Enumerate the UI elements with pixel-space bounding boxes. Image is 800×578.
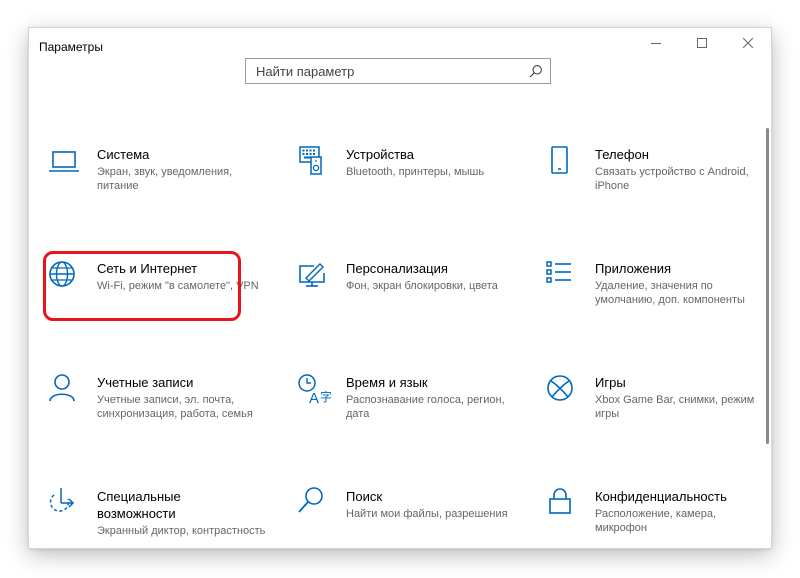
search-icon [294, 487, 332, 525]
person-icon [45, 373, 83, 411]
laptop-icon [45, 145, 83, 183]
tile-title: Игры [595, 375, 626, 390]
devices-icon [294, 145, 332, 183]
tile-description: Xbox Game Bar, снимки, режим игры [595, 394, 755, 420]
tile-accessibility[interactable]: Специальные возможности Экранный диктор,… [45, 487, 270, 548]
tile-description: Расположение, камера, микрофон [595, 508, 717, 534]
minimize-icon [651, 43, 661, 44]
time-language-icon: A字 [294, 373, 332, 411]
tile-title: Конфиденциальность [595, 489, 727, 504]
tile-gaming[interactable]: Игры Xbox Game Bar, снимки, режим игры [543, 373, 768, 463]
close-icon [743, 38, 753, 48]
tile-description: Учетные записи, эл. почта, синхронизация… [97, 394, 253, 420]
tile-accounts[interactable]: Учетные записи Учетные записи, эл. почта… [45, 373, 270, 463]
tile-apps[interactable]: Приложения Удаление, значения по умолчан… [543, 259, 768, 349]
close-button[interactable] [725, 28, 771, 58]
tile-network-internet[interactable]: Сеть и Интернет Wi-Fi, режим "в самолете… [45, 259, 270, 349]
tile-description: Связать устройство с Android, iPhone [595, 166, 749, 192]
tile-title: Поиск [346, 489, 383, 504]
tile-description: Bluetooth, принтеры, мышь [346, 166, 485, 178]
tile-description: Распознавание голоса, регион, дата [346, 394, 505, 420]
accessibility-icon [45, 487, 83, 525]
tile-devices[interactable]: Устройства Bluetooth, принтеры, мышь [294, 145, 519, 235]
tile-title: Специальные возможности [97, 489, 181, 521]
tile-title: Время и язык [346, 375, 428, 390]
globe-icon [45, 259, 83, 297]
tile-search[interactable]: Поиск Найти мои файлы, разрешения [294, 487, 519, 548]
tile-title: Телефон [595, 147, 649, 162]
tile-phone[interactable]: Телефон Связать устройство с Android, iP… [543, 145, 768, 235]
maximize-icon [697, 38, 707, 48]
search-box[interactable] [245, 58, 551, 84]
search-input[interactable] [246, 59, 526, 83]
tile-description: Экранный диктор, контрастность [97, 525, 266, 537]
tile-description: Фон, экран блокировки, цвета [346, 280, 498, 292]
tile-description: Найти мои файлы, разрешения [346, 508, 508, 520]
tile-title: Учетные записи [97, 375, 194, 390]
apps-list-icon [543, 259, 581, 297]
tile-personalization[interactable]: Персонализация Фон, экран блокировки, цв… [294, 259, 519, 349]
window-title: Параметры [39, 40, 103, 54]
svg-text:字: 字 [320, 389, 332, 404]
tile-time-language[interactable]: A字 Время и язык Распознавание голоса, ре… [294, 373, 519, 463]
minimize-button[interactable] [633, 28, 679, 58]
tile-title: Приложения [595, 261, 672, 276]
tile-privacy[interactable]: Конфиденциальность Расположение, камера,… [543, 487, 768, 548]
xbox-icon [543, 373, 581, 411]
tile-title: Персонализация [346, 261, 448, 276]
tile-description: Удаление, значения по умолчанию, доп. ко… [595, 280, 745, 306]
phone-icon [543, 145, 581, 183]
settings-window: Параметры Система Экран, звук, уведомлен… [29, 28, 771, 548]
personalization-icon [294, 259, 332, 297]
search-icon[interactable] [529, 64, 543, 83]
lock-icon [543, 487, 581, 525]
tile-title: Сеть и Интернет [97, 261, 198, 276]
tile-system[interactable]: Система Экран, звук, уведомления, питани… [45, 145, 270, 235]
tile-title: Устройства [346, 147, 415, 162]
tile-title: Система [97, 147, 150, 162]
svg-text:A: A [309, 390, 319, 407]
tile-description: Wi-Fi, режим "в самолете", VPN [97, 280, 259, 292]
maximize-button[interactable] [679, 28, 725, 58]
tile-description: Экран, звук, уведомления, питание [97, 166, 233, 192]
window-controls [633, 28, 771, 58]
